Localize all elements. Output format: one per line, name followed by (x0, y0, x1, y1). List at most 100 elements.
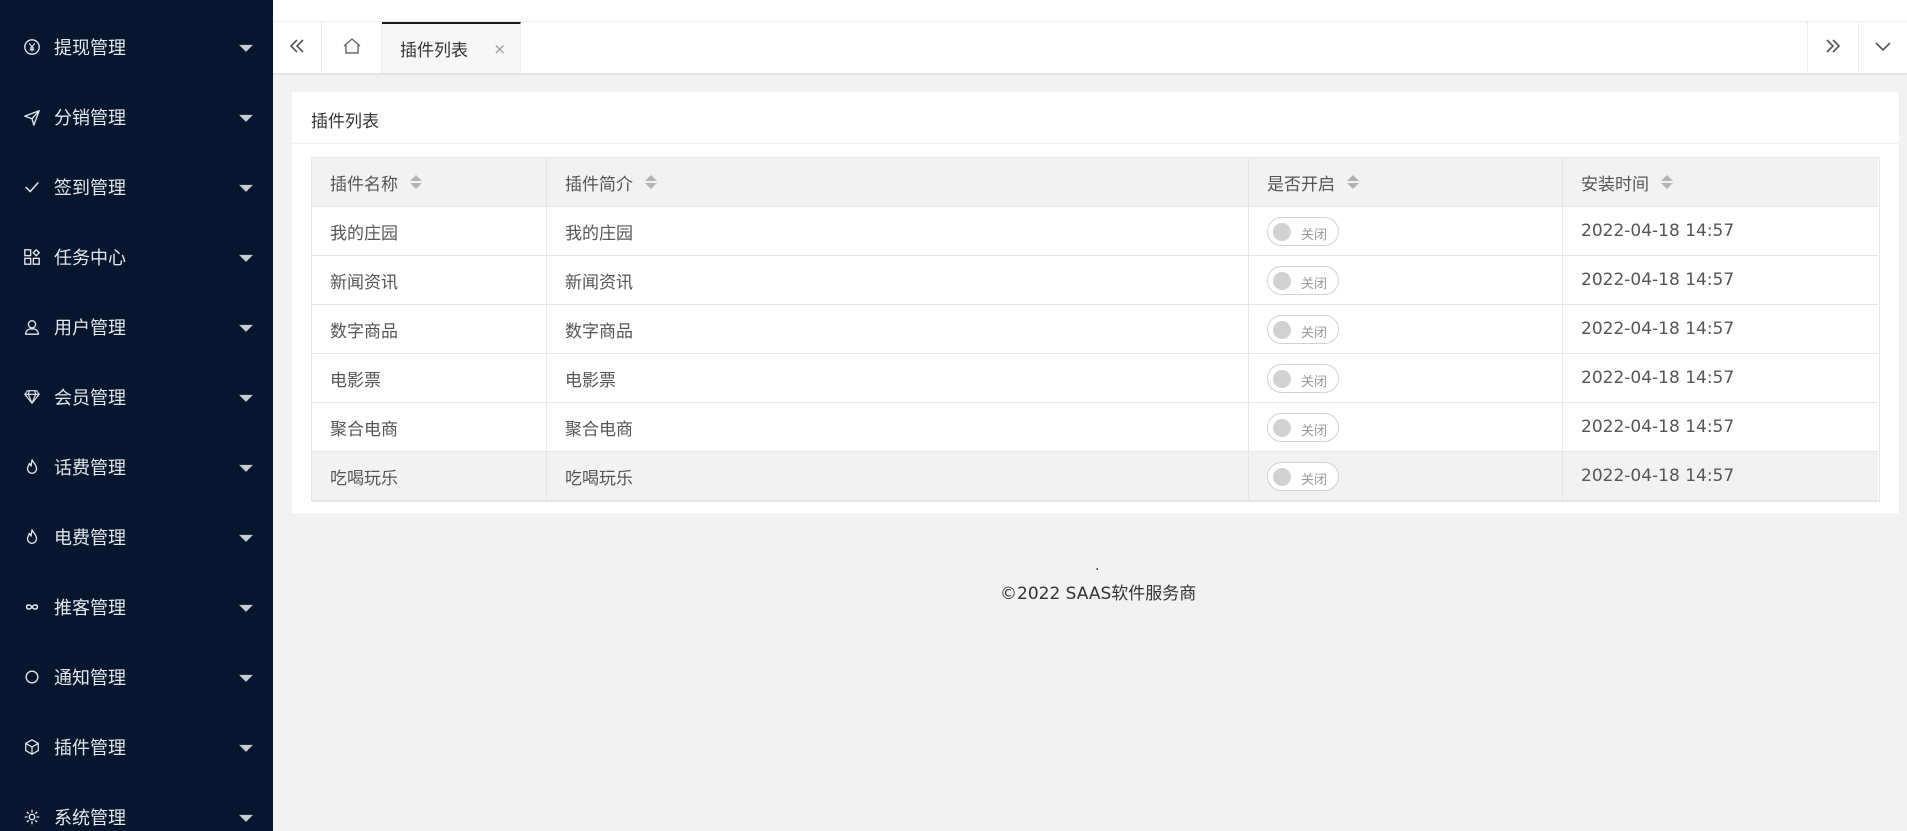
toggle-knob (1273, 369, 1291, 388)
sidebar-item-label: 通知管理 (54, 668, 126, 689)
plugin-table: 插件名称 插件简介 是否开启 安装时间 我的庄园 我的庄园 关闭 2022-04… (311, 157, 1880, 502)
caret-down-icon (239, 604, 253, 612)
sort-icon[interactable] (410, 174, 422, 190)
sort-icon[interactable] (645, 174, 657, 190)
sidebar-item-checkin[interactable]: 签到管理 (0, 152, 273, 222)
status-cell: 关闭 (1249, 207, 1563, 255)
status-cell: 关闭 (1249, 256, 1563, 304)
install-time: 2022-04-18 14:57 (1581, 466, 1735, 486)
column-header-install-time[interactable]: 安装时间 (1563, 158, 1878, 206)
sidebar-item-label: 用户管理 (54, 318, 126, 339)
gear-icon (22, 807, 42, 827)
scroll-tabs-left-button[interactable] (273, 22, 322, 73)
plugin-description: 新闻资讯 (547, 256, 1249, 304)
yen-circle-icon (22, 37, 42, 57)
sort-icon[interactable] (1661, 174, 1673, 190)
caret-down-icon (239, 534, 253, 542)
table-row: 吃喝玩乐 吃喝玩乐 关闭 2022-04-18 14:57 (312, 452, 1878, 501)
sidebar-item-label: 提现管理 (54, 38, 126, 59)
home-icon (341, 35, 363, 61)
tab-plugin-list[interactable]: 插件列表 × (382, 22, 521, 73)
toggle-knob (1273, 320, 1291, 339)
sidebar-item-label: 会员管理 (54, 388, 126, 409)
caret-down-icon (239, 114, 253, 122)
sidebar-item-users[interactable]: 用户管理 (0, 292, 273, 362)
tab-label: 插件列表 (400, 41, 468, 61)
sidebar-item-electric-fee[interactable]: 电费管理 (0, 502, 273, 572)
caret-down-icon (239, 744, 253, 752)
sidebar-item-system[interactable]: 系统管理 (0, 782, 273, 831)
column-header-enabled[interactable]: 是否开启 (1249, 158, 1563, 206)
card-title: 插件列表 (311, 112, 379, 132)
sidebar-item-label: 插件管理 (54, 738, 126, 759)
caret-down-icon (239, 394, 253, 402)
infinity-icon (22, 597, 42, 617)
column-header-description[interactable]: 插件简介 (547, 158, 1249, 206)
sort-icon[interactable] (1347, 174, 1359, 190)
fire-icon (22, 527, 42, 547)
user-icon (22, 317, 42, 337)
enable-toggle[interactable]: 关闭 (1267, 412, 1339, 442)
plugin-name: 吃喝玩乐 (312, 452, 547, 500)
close-icon[interactable]: × (493, 40, 506, 58)
top-header (273, 0, 1907, 22)
install-time: 2022-04-18 14:57 (1581, 417, 1735, 437)
sidebar-item-withdraw[interactable]: 提现管理 (0, 12, 273, 82)
double-chevron-left-icon (286, 35, 308, 61)
toggle-knob (1273, 467, 1291, 486)
install-time: 2022-04-18 14:57 (1581, 368, 1735, 388)
plugin-name: 我的庄园 (312, 207, 547, 255)
table-row: 数字商品 数字商品 关闭 2022-04-18 14:57 (312, 305, 1878, 354)
chevron-down-icon (1872, 35, 1894, 61)
sidebar-item-notifications[interactable]: 通知管理 (0, 642, 273, 712)
sidebar-item-label: 任务中心 (54, 248, 126, 269)
table-row: 电影票 电影票 关闭 2022-04-18 14:57 (312, 354, 1878, 403)
sidebar-item-phone-fee[interactable]: 话费管理 (0, 432, 273, 502)
enable-toggle[interactable]: 关闭 (1267, 363, 1339, 393)
double-chevron-right-icon (1822, 35, 1844, 61)
sidebar-item-members[interactable]: 会员管理 (0, 362, 273, 432)
toggle-knob (1273, 418, 1291, 437)
status-cell: 关闭 (1249, 452, 1563, 500)
sidebar-item-task-center[interactable]: 任务中心 (0, 222, 273, 292)
sidebar-item-label: 推客管理 (54, 598, 126, 619)
enable-toggle[interactable]: 关闭 (1267, 461, 1339, 491)
plugin-list-card: 插件列表 插件名称 插件简介 是否开启 安装时间 我的庄园 我的庄园 关闭 20… (292, 92, 1899, 513)
table-row: 聚合电商 聚合电商 关闭 2022-04-18 14:57 (312, 403, 1878, 452)
copyright-footer: ©2022 SAAS软件服务商 (1000, 584, 1197, 604)
fire-icon (22, 457, 42, 477)
plugin-description: 电影票 (547, 354, 1249, 402)
caret-down-icon (239, 674, 253, 682)
home-tab[interactable] (322, 22, 382, 73)
sidebar-item-label: 分销管理 (54, 108, 126, 129)
sidebar-item-promoters[interactable]: 推客管理 (0, 572, 273, 642)
sidebar-item-label: 话费管理 (54, 458, 126, 479)
column-header-name[interactable]: 插件名称 (312, 158, 547, 206)
caret-down-icon (239, 464, 253, 472)
sidebar: 提现管理 分销管理 签到管理 任务中心 用户管理 会员管理 话费管理 电费管理 … (0, 0, 273, 831)
chat-bubble-icon (22, 667, 42, 687)
enable-toggle[interactable]: 关闭 (1267, 265, 1339, 295)
tab-options-dropdown-button[interactable] (1858, 22, 1907, 73)
install-time: 2022-04-18 14:57 (1581, 221, 1735, 241)
apps-grid-icon (22, 247, 42, 267)
table-row: 我的庄园 我的庄园 关闭 2022-04-18 14:57 (312, 207, 1878, 256)
scroll-tabs-right-button[interactable] (1807, 22, 1858, 73)
send-icon (22, 107, 42, 127)
plugin-name: 电影票 (312, 354, 547, 402)
sidebar-item-distribution[interactable]: 分销管理 (0, 82, 273, 152)
footer-dot: . (1095, 558, 1100, 574)
caret-down-icon (239, 254, 253, 262)
status-cell: 关闭 (1249, 305, 1563, 353)
cube-icon (22, 737, 42, 757)
sidebar-item-plugins[interactable]: 插件管理 (0, 712, 273, 782)
status-cell: 关闭 (1249, 403, 1563, 451)
caret-down-icon (239, 814, 253, 822)
caret-down-icon (239, 184, 253, 192)
sidebar-item-label: 电费管理 (54, 528, 126, 549)
plugin-name: 聚合电商 (312, 403, 547, 451)
enable-toggle[interactable]: 关闭 (1267, 314, 1339, 344)
plugin-description: 聚合电商 (547, 403, 1249, 451)
enable-toggle[interactable]: 关闭 (1267, 216, 1339, 246)
plugin-description: 吃喝玩乐 (547, 452, 1249, 500)
